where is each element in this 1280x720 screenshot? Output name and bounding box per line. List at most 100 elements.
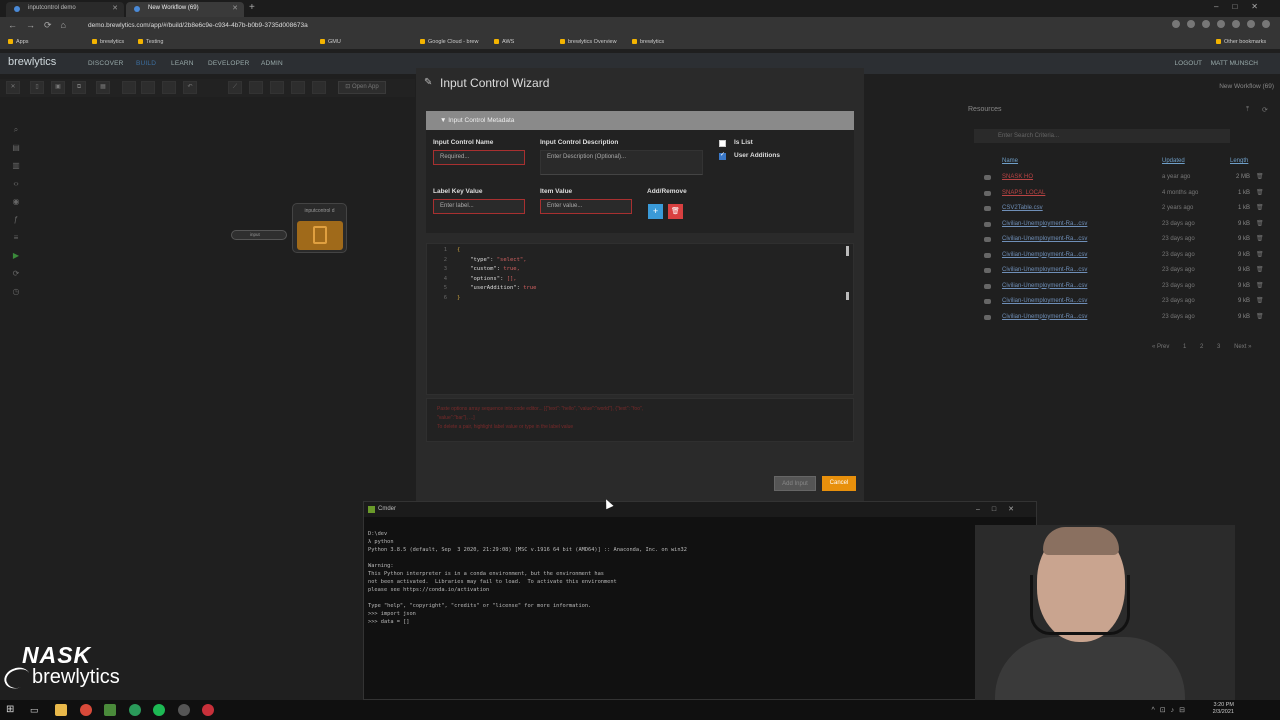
control-name-input[interactable]: Required...: [433, 150, 525, 165]
pager-page-3[interactable]: 3: [1217, 344, 1220, 350]
item-value-input[interactable]: Enter value...: [540, 199, 632, 214]
refresh-icon[interactable]: ⟳: [1262, 106, 1268, 114]
settings-icon[interactable]: [312, 81, 326, 94]
close-icon[interactable]: ✕: [6, 81, 20, 94]
resource-row[interactable]: Civilian-Unemployment-Ra...csv 23 days ag…: [984, 248, 1264, 263]
resource-name[interactable]: SNASK HO: [1002, 170, 1033, 185]
draw-icon[interactable]: ⟋: [228, 81, 242, 94]
add-pair-button[interactable]: +: [648, 204, 663, 219]
trash-icon[interactable]: 🗑: [1256, 217, 1264, 232]
resource-row[interactable]: SNAPS_LOCAL 4 months ago 1 kB 🗑: [984, 186, 1264, 201]
history-icon[interactable]: ◷: [8, 287, 24, 305]
input-port[interactable]: input: [231, 230, 287, 240]
bookmark-aws[interactable]: AWS: [494, 35, 514, 49]
resource-row[interactable]: Civilian-Unemployment-Ra...csv 23 days ag…: [984, 217, 1264, 232]
resource-name[interactable]: Civilian-Unemployment-Ra...csv: [1002, 279, 1087, 294]
taskbar-clock[interactable]: 3:20 PM 2/3/2021: [1213, 702, 1234, 716]
obs-icon[interactable]: [202, 704, 214, 716]
extension-icon[interactable]: [1232, 20, 1240, 28]
bookmark-testing[interactable]: Testing: [138, 35, 163, 49]
close-tab-icon[interactable]: ✕: [112, 2, 118, 15]
column-length[interactable]: Length: [1230, 158, 1248, 164]
pager-page-1[interactable]: 1: [1183, 344, 1186, 350]
app-icon[interactable]: [178, 704, 190, 716]
browser-tab-workflow[interactable]: New Workflow (69) ✕: [126, 2, 244, 17]
pager-prev[interactable]: « Prev: [1152, 344, 1169, 350]
url-field[interactable]: demo.brewlytics.com/app/#/build/2b8e6c9e…: [76, 20, 1136, 32]
bookmark-apps[interactable]: Apps: [8, 35, 29, 49]
label-key-input[interactable]: Enter label...: [433, 199, 525, 214]
trash-icon[interactable]: 🗑: [1256, 201, 1264, 216]
resource-name[interactable]: Civilian-Unemployment-Ra...csv: [1002, 248, 1087, 263]
resource-name[interactable]: Civilian-Unemployment-Ra...csv: [1002, 263, 1087, 278]
play-icon[interactable]: ▶: [8, 251, 24, 269]
resource-name[interactable]: Civilian-Unemployment-Ra...csv: [1002, 232, 1087, 247]
bulb-icon[interactable]: ◉: [8, 197, 24, 215]
new-icon[interactable]: ▯: [30, 81, 44, 94]
cmder-taskbar-icon[interactable]: [104, 704, 116, 716]
window-controls[interactable]: –□✕: [1214, 2, 1272, 11]
user-additions-checkbox[interactable]: [719, 151, 726, 160]
resource-row[interactable]: CSV2Table.csv 2 years ago 1 kB 🗑: [984, 201, 1264, 216]
browser-tab-inputcontrol[interactable]: inputcontrol demo ✕: [6, 2, 124, 17]
trash-icon[interactable]: 🗑: [1256, 279, 1264, 294]
file-explorer-icon[interactable]: [55, 704, 67, 716]
resource-name[interactable]: SNAPS_LOCAL: [1002, 186, 1045, 201]
cmder-terminal-window[interactable]: Cmder –□✕ D:\dev λ python Python 3.8.5 (de…: [363, 501, 1037, 700]
bookmark-brewlytics[interactable]: brewlytics: [92, 35, 124, 49]
nav-discover[interactable]: DISCOVER: [88, 60, 124, 67]
bookmark-brewlytics-overview[interactable]: brewlytics Overview: [560, 35, 617, 49]
undo-icon[interactable]: ↶: [183, 81, 197, 94]
cut-icon[interactable]: [122, 81, 136, 94]
column-name[interactable]: Name: [1002, 158, 1018, 164]
resource-name[interactable]: Civilian-Unemployment-Ra...csv: [1002, 310, 1087, 325]
resource-name[interactable]: CSV2Table.csv: [1002, 201, 1043, 216]
resource-name[interactable]: Civilian-Unemployment-Ra...csv: [1002, 217, 1087, 232]
close-tab-icon[interactable]: ✕: [232, 2, 238, 15]
app-icon[interactable]: [129, 704, 141, 716]
trash-icon[interactable]: 🗑: [1256, 232, 1264, 247]
fit-icon[interactable]: [291, 81, 305, 94]
search-icon[interactable]: ⌕: [8, 125, 24, 143]
control-description-input[interactable]: Enter Description (Optional)...: [540, 150, 703, 175]
new-tab-icon[interactable]: +: [249, 2, 255, 13]
system-tray[interactable]: ^⊡♪⊟: [1151, 706, 1190, 714]
function-icon[interactable]: ƒ: [8, 215, 24, 233]
redo-icon[interactable]: [162, 81, 176, 94]
remove-pair-button[interactable]: 🗑: [668, 204, 683, 219]
extension-icon[interactable]: [1187, 20, 1195, 28]
code-icon[interactable]: ‹›: [8, 179, 24, 197]
resource-name[interactable]: Civilian-Unemployment-Ra...csv: [1002, 294, 1087, 309]
upload-icon[interactable]: ⤒: [1246, 106, 1249, 114]
nav-learn[interactable]: LEARN: [171, 60, 194, 67]
logout-link[interactable]: LOGOUT: [1175, 60, 1202, 67]
nav-developer[interactable]: DEVELOPER: [208, 60, 250, 67]
windows-start-icon[interactable]: ⊞: [6, 704, 18, 716]
resource-row[interactable]: Civilian-Unemployment-Ra...csv 23 days ag…: [984, 263, 1264, 278]
profile-avatar-icon[interactable]: [1247, 20, 1255, 28]
bookmark-other[interactable]: Other bookmarks: [1216, 35, 1266, 49]
bookmark-gmu[interactable]: GMU: [320, 35, 341, 49]
open-app-button[interactable]: ⊡ Open App: [338, 81, 386, 94]
resource-row[interactable]: Civilian-Unemployment-Ra...csv 23 days ag…: [984, 310, 1264, 325]
user-menu[interactable]: MATT MUNSCH: [1211, 60, 1258, 67]
delete-icon[interactable]: ▦: [96, 81, 110, 94]
pager-next[interactable]: Next »: [1234, 344, 1251, 350]
terminal-titlebar[interactable]: Cmder –□✕: [364, 502, 1036, 517]
paste-icon[interactable]: [141, 81, 155, 94]
column-updated[interactable]: Updated: [1162, 158, 1185, 164]
refresh-icon[interactable]: ⟳: [8, 269, 24, 287]
editor-scrollbar[interactable]: [846, 246, 849, 256]
resources-search-input[interactable]: Enter Search Criteria...: [974, 129, 1230, 143]
menu-icon[interactable]: [1262, 20, 1270, 28]
bookmark-google-cloud[interactable]: Google Cloud - brew: [420, 35, 478, 49]
extension-icon[interactable]: [1217, 20, 1225, 28]
resource-row[interactable]: Civilian-Unemployment-Ra...csv 23 days ag…: [984, 294, 1264, 309]
nav-admin[interactable]: ADMIN: [261, 60, 283, 67]
resource-row[interactable]: SNASK HO a year ago 2 MB 🗑: [984, 170, 1264, 185]
doc-icon[interactable]: ▤: [8, 143, 24, 161]
resource-row[interactable]: Civilian-Unemployment-Ra...csv 23 days ag…: [984, 232, 1264, 247]
chrome-icon[interactable]: [80, 704, 92, 716]
trash-icon[interactable]: 🗑: [1256, 294, 1264, 309]
extension-icons[interactable]: [1172, 20, 1270, 28]
